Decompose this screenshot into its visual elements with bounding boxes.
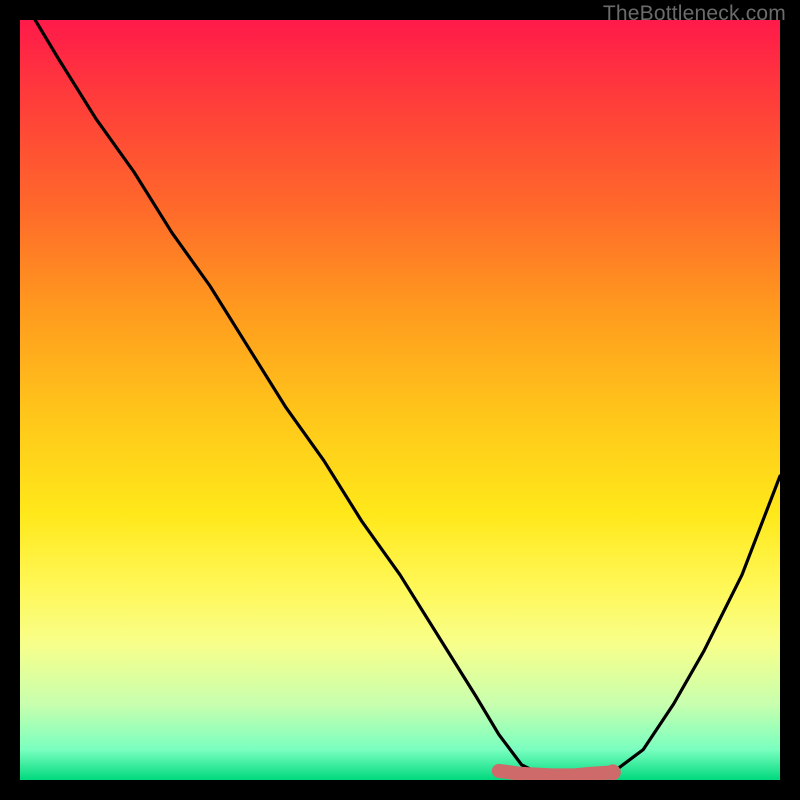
optimal-band-end-dot <box>605 764 621 780</box>
plot-area <box>20 20 780 780</box>
bottleneck-curve-svg <box>20 20 780 780</box>
bottleneck-curve-path <box>35 20 780 780</box>
chart-stage: TheBottleneck.com <box>0 0 800 800</box>
optimal-band-marker <box>499 771 613 776</box>
